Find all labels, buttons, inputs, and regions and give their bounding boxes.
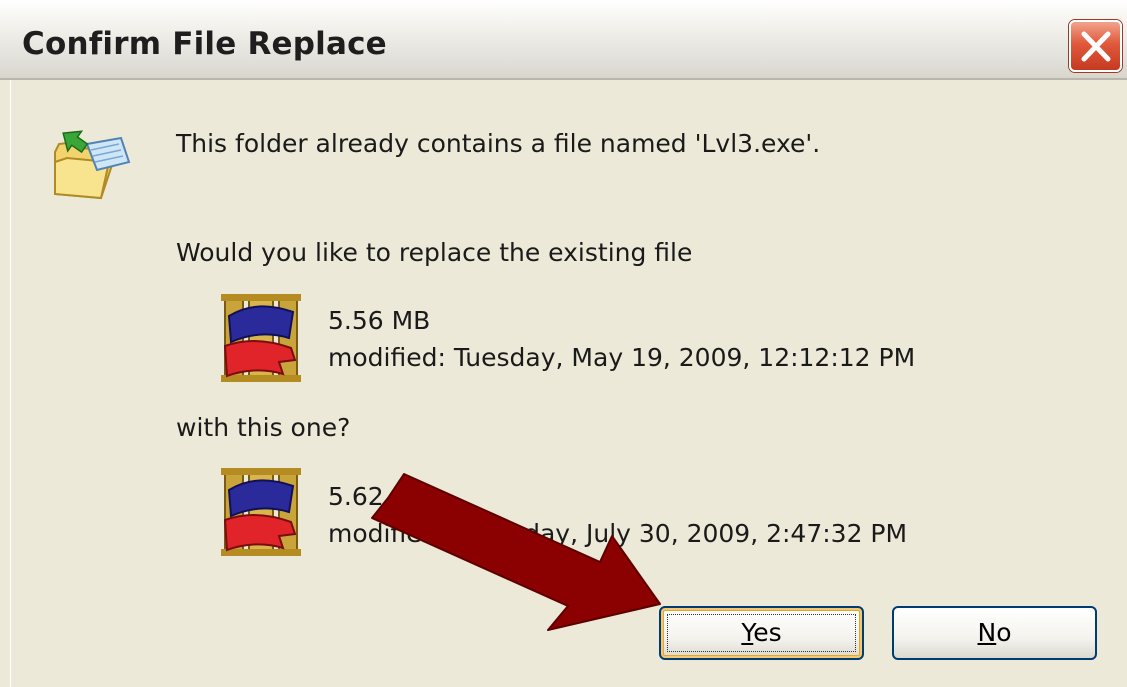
new-file-modified: modified: Thursday, July 30, 2009, 2:47:… xyxy=(328,519,908,548)
focus-rectangle xyxy=(667,614,856,652)
existing-file-size: 5.56 MB xyxy=(328,306,431,335)
folder-replace-icon xyxy=(51,122,131,206)
new-file-icon xyxy=(219,468,303,560)
no-label: o xyxy=(996,618,1012,647)
title-bar[interactable]: Confirm File Replace xyxy=(0,0,1127,80)
replace-question-text: Would you like to replace the existing f… xyxy=(176,238,693,267)
close-x-icon xyxy=(1081,31,1111,62)
window-title: Confirm File Replace xyxy=(22,26,387,62)
dialog-body: This folder already contains a file name… xyxy=(10,80,1119,687)
confirm-file-replace-dialog: Confirm File Replace This folder already… xyxy=(0,0,1127,687)
close-button[interactable] xyxy=(1069,20,1122,72)
no-mnemonic: N xyxy=(977,618,997,647)
new-file-size: 5.62 MB xyxy=(328,482,431,511)
yes-button[interactable]: Yes xyxy=(659,606,864,660)
no-button[interactable]: No xyxy=(892,606,1097,660)
existing-file-modified: modified: Tuesday, May 19, 2009, 12:12:1… xyxy=(328,343,916,372)
message-text: This folder already contains a file name… xyxy=(176,129,821,158)
with-this-one-text: with this one? xyxy=(176,413,351,442)
existing-file-icon xyxy=(219,294,303,386)
